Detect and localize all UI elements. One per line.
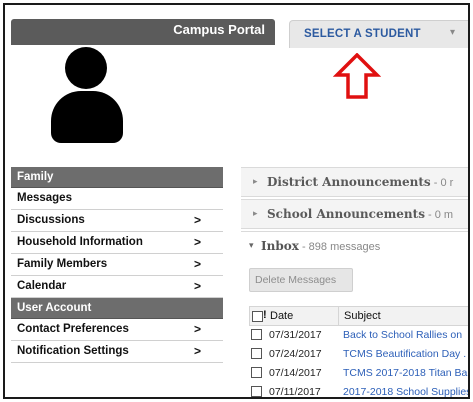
- chevron-right-icon: ▸: [253, 208, 258, 218]
- table-row: 07/11/2017 2017-2018 School Supplies: [249, 383, 468, 398]
- chevron-right-icon: >: [194, 257, 202, 271]
- avatar-head: [65, 47, 107, 89]
- panel-count: - 0 m: [424, 209, 454, 221]
- sidebar-item-contact-preferences[interactable]: Contact Preferences >: [11, 319, 223, 341]
- school-announcements-panel[interactable]: ▸ School Announcements - 0 m: [241, 199, 468, 229]
- sidebar-nav: Family Messages Discussions > Household …: [11, 167, 223, 397]
- chevron-right-icon: >: [194, 235, 202, 249]
- main-content: ▸ District Announcements - 0 r ▸ School …: [241, 167, 468, 397]
- table-row: 07/14/2017 TCMS 2017-2018 Titan Ba: [249, 364, 468, 383]
- row-checkbox[interactable]: [251, 386, 262, 397]
- row-checkbox[interactable]: [251, 348, 262, 359]
- row-checkbox[interactable]: [251, 329, 262, 340]
- message-date: 07/24/2017: [269, 348, 322, 360]
- chevron-right-icon: ▸: [253, 176, 258, 186]
- sidebar-item-household-information[interactable]: Household Information >: [11, 232, 223, 254]
- red-arrow-annotation-icon: [333, 53, 381, 99]
- chevron-down-icon: ▾: [450, 27, 456, 38]
- avatar-body: [51, 91, 123, 143]
- sidebar-item-label: Messages: [17, 192, 72, 204]
- inbox-header[interactable]: ▾ Inbox - 898 messages: [241, 232, 468, 260]
- sidebar-item-label: Contact Preferences: [17, 323, 129, 335]
- table-row: 07/24/2017 TCMS Beautification Day .: [249, 345, 468, 364]
- sidebar-item-label: Notification Settings: [17, 345, 129, 357]
- top-header: Campus Portal SELECT A STUDENT ▾: [5, 5, 468, 48]
- student-select-dropdown[interactable]: SELECT A STUDENT ▾: [289, 20, 468, 48]
- flag-column-header[interactable]: !: [263, 309, 267, 321]
- chevron-right-icon: >: [194, 344, 202, 358]
- avatar: [11, 45, 218, 167]
- sidebar-item-label: Household Information: [17, 236, 143, 248]
- table-header: ! Date Subject: [249, 306, 468, 326]
- message-date: 07/31/2017: [269, 329, 322, 341]
- message-subject-link[interactable]: 2017-2018 School Supplies: [343, 386, 468, 397]
- message-subject-link[interactable]: TCMS Beautification Day .: [343, 348, 466, 360]
- district-announcements-title: District Announcements - 0 r: [267, 175, 453, 189]
- district-announcements-panel[interactable]: ▸ District Announcements - 0 r: [241, 167, 468, 197]
- panel-title-text: School Announcements: [267, 207, 425, 221]
- date-column-header[interactable]: Date: [270, 310, 293, 322]
- subject-column-header[interactable]: Subject: [344, 310, 381, 322]
- table-row: 07/31/2017 Back to School Rallies on: [249, 326, 468, 345]
- sidebar-item-label: Discussions: [17, 214, 85, 226]
- sidebar-section-family: Family: [11, 167, 223, 188]
- chevron-right-icon: >: [194, 213, 202, 227]
- inbox-title: Inbox - 898 messages: [261, 239, 380, 253]
- portal-title-bar: Campus Portal: [11, 19, 275, 45]
- message-date: 07/11/2017: [269, 386, 321, 398]
- column-divider: [338, 307, 339, 326]
- inbox-panel: ▾ Inbox - 898 messages Delete Messages !…: [241, 231, 468, 397]
- sidebar-item-notification-settings[interactable]: Notification Settings >: [11, 341, 223, 363]
- sidebar-item-label: Calendar: [17, 280, 67, 292]
- sidebar-item-calendar[interactable]: Calendar >: [11, 276, 223, 298]
- sidebar-item-family-members[interactable]: Family Members >: [11, 254, 223, 276]
- chevron-right-icon: >: [194, 279, 202, 293]
- sidebar-section-user-account: User Account: [11, 298, 223, 319]
- select-all-checkbox[interactable]: [252, 311, 263, 322]
- message-subject-link[interactable]: Back to School Rallies on: [343, 329, 462, 341]
- student-select-label: SELECT A STUDENT: [304, 28, 421, 40]
- messages-table: ! Date Subject 07/31/2017 Back to School…: [249, 306, 468, 398]
- portal-title: Campus Portal: [173, 22, 265, 37]
- chevron-down-icon: ▾: [249, 240, 254, 250]
- sidebar-item-discussions[interactable]: Discussions >: [11, 210, 223, 232]
- panel-count: - 0 r: [430, 177, 454, 189]
- panel-title-text: District Announcements: [267, 175, 431, 189]
- browser-frame: Campus Portal SELECT A STUDENT ▾ Family …: [3, 3, 470, 399]
- chevron-right-icon: >: [194, 322, 202, 336]
- message-subject-link[interactable]: TCMS 2017-2018 Titan Ba: [343, 367, 467, 379]
- inbox-count: - 898 messages: [298, 241, 381, 253]
- row-checkbox[interactable]: [251, 367, 262, 378]
- school-announcements-title: School Announcements - 0 m: [267, 207, 453, 221]
- inbox-title-text: Inbox: [261, 239, 299, 253]
- sidebar-item-label: Family Members: [17, 258, 108, 270]
- delete-messages-button[interactable]: Delete Messages: [249, 268, 353, 292]
- sidebar-item-messages[interactable]: Messages: [11, 188, 223, 210]
- message-date: 07/14/2017: [269, 367, 322, 379]
